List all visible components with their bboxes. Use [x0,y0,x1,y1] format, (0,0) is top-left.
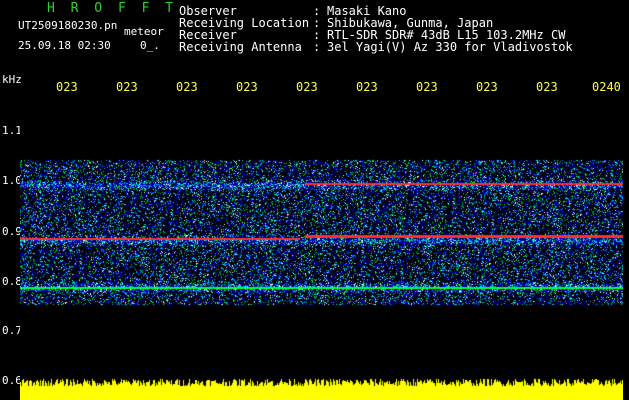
y-tick-label: 0.6 [2,374,22,387]
separator: : [313,40,321,54]
y-tick-label: 1.1 [2,124,22,137]
file-name: UT2509180230.pn [18,19,118,32]
spectrogram [20,97,623,400]
time-tick-label: 023 [236,80,258,94]
y-tick-label: 0.7 [2,324,22,337]
y-tick-label: 0.9 [2,225,22,238]
time-tick-label: 023 [56,80,78,94]
frequency-unit: kHz [2,73,22,86]
antenna-label: Receiving Antenna [179,40,302,54]
app-logo: H R O F F T [47,1,178,16]
datetime-extra: 0_. [140,39,160,52]
antenna-value: 3el Yagi(V) Az 330 for Vladivostok [327,40,573,54]
y-tick-label: 1.0 [2,174,22,187]
time-tick-label: 023 [176,80,198,94]
y-tick-label: 0.8 [2,275,22,288]
time-tick-label: 023 [416,80,438,94]
time-tick-label: 023 [296,80,318,94]
time-tick-label: 0240 [592,80,621,94]
observation-mode: meteor [124,25,164,38]
time-tick-label: 023 [356,80,378,94]
time-tick-label: 023 [536,80,558,94]
time-tick-label: 023 [476,80,498,94]
time-tick-label: 023 [116,80,138,94]
observation-datetime: 25.09.18 02:30 [18,39,111,52]
